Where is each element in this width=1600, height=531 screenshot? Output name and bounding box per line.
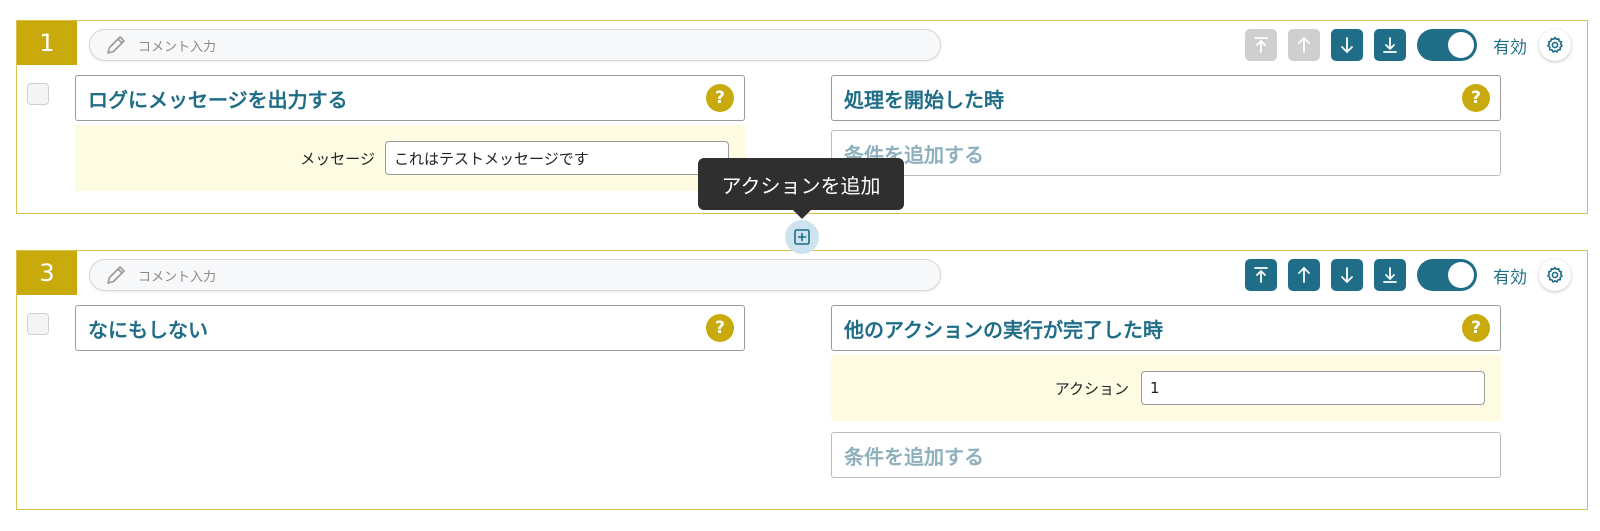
move-top-button[interactable] xyxy=(1245,29,1277,61)
settings-button[interactable] xyxy=(1539,259,1571,291)
gear-icon xyxy=(1547,36,1563,53)
comment-input[interactable]: コメント入力 xyxy=(89,259,941,291)
action-title: なにもしない xyxy=(88,317,208,342)
arrow-to-top-icon xyxy=(1254,267,1268,283)
param-label-action: アクション xyxy=(1054,380,1129,398)
pencil-icon xyxy=(107,266,125,284)
param-label-message: メッセージ xyxy=(300,150,375,168)
enabled-toggle[interactable] xyxy=(1417,29,1477,61)
add-condition-label: 条件を追加する xyxy=(844,444,984,469)
move-up-button[interactable] xyxy=(1288,29,1320,61)
toggle-knob xyxy=(1448,32,1474,58)
enabled-label: 有効 xyxy=(1493,37,1527,58)
toggle-knob xyxy=(1448,262,1474,288)
gear-icon xyxy=(1547,266,1563,283)
trigger-title: 処理を開始した時 xyxy=(844,87,1004,112)
action-title: ログにメッセージを出力する xyxy=(88,87,348,112)
arrow-to-top-icon xyxy=(1254,37,1268,53)
action-block-3: 3 コメント入力 有効 なにもしない ? 他のアクションの実行が完了した時 ? … xyxy=(16,250,1588,510)
block-toolbar: 有効 xyxy=(1234,257,1571,293)
add-action-tooltip: アクションを追加 xyxy=(698,158,904,210)
action-params: メッセージ これはテストメッセージです xyxy=(75,125,745,191)
select-checkbox[interactable] xyxy=(27,83,49,105)
enabled-label: 有効 xyxy=(1493,267,1527,288)
question-icon[interactable]: ? xyxy=(1462,84,1490,112)
comment-placeholder: コメント入力 xyxy=(138,39,217,55)
move-up-button[interactable] xyxy=(1288,259,1320,291)
select-checkbox[interactable] xyxy=(27,313,49,335)
settings-button[interactable] xyxy=(1539,29,1571,61)
action-number-field[interactable]: 1 xyxy=(1141,371,1485,405)
question-icon[interactable]: ? xyxy=(1462,314,1490,342)
move-down-button[interactable] xyxy=(1331,259,1363,291)
trigger-title: 他のアクションの実行が完了した時 xyxy=(844,317,1163,342)
add-condition-button[interactable]: 条件を追加する xyxy=(831,130,1501,176)
arrow-down-icon xyxy=(1341,267,1353,283)
plus-square-icon xyxy=(794,229,810,245)
pencil-icon xyxy=(107,36,125,54)
trigger-params: アクション 1 xyxy=(831,355,1501,421)
add-action-button[interactable] xyxy=(785,220,819,254)
add-condition-button[interactable]: 条件を追加する xyxy=(831,432,1501,478)
block-toolbar: 有効 xyxy=(1234,27,1571,63)
arrow-up-icon xyxy=(1298,37,1310,53)
move-bottom-button[interactable] xyxy=(1374,259,1406,291)
comment-input[interactable]: コメント入力 xyxy=(89,29,941,61)
action-card[interactable]: ログにメッセージを出力する ? xyxy=(75,75,745,121)
move-bottom-button[interactable] xyxy=(1374,29,1406,61)
question-icon[interactable]: ? xyxy=(706,84,734,112)
move-down-button[interactable] xyxy=(1331,29,1363,61)
trigger-card[interactable]: 他のアクションの実行が完了した時 ? xyxy=(831,305,1501,351)
arrow-to-bottom-icon xyxy=(1383,267,1397,283)
action-card[interactable]: なにもしない ? xyxy=(75,305,745,351)
comment-placeholder: コメント入力 xyxy=(138,269,217,285)
move-top-button[interactable] xyxy=(1245,259,1277,291)
block-number-badge: 1 xyxy=(17,21,77,65)
trigger-card[interactable]: 処理を開始した時 ? xyxy=(831,75,1501,121)
arrow-to-bottom-icon xyxy=(1383,37,1397,53)
message-field[interactable]: これはテストメッセージです xyxy=(385,141,729,175)
block-number-badge: 3 xyxy=(17,251,77,295)
arrow-down-icon xyxy=(1341,37,1353,53)
arrow-up-icon xyxy=(1298,267,1310,283)
question-icon[interactable]: ? xyxy=(706,314,734,342)
enabled-toggle[interactable] xyxy=(1417,259,1477,291)
tooltip-arrow xyxy=(793,210,811,219)
